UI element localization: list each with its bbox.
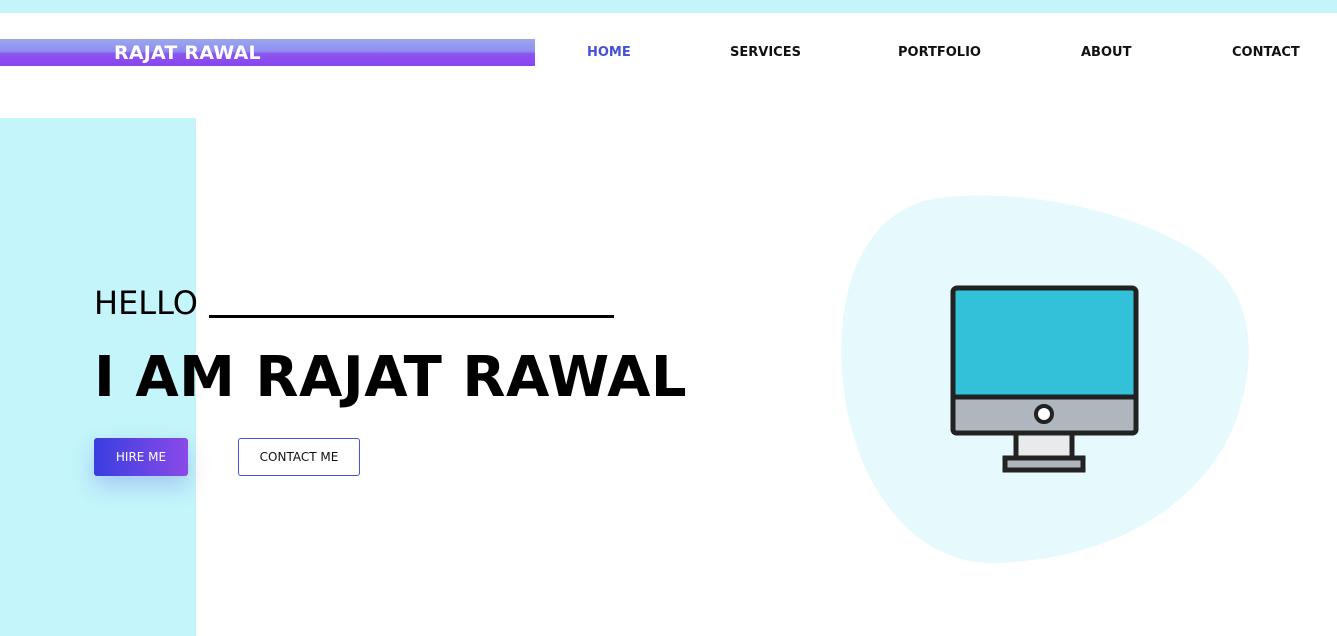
brand-bar (0, 39, 535, 66)
desktop-monitor-icon (950, 285, 1139, 473)
hire-me-button[interactable]: HIRE ME (94, 438, 188, 476)
nav-contact[interactable]: CONTACT (1232, 44, 1300, 62)
greeting-underline (209, 315, 614, 318)
nav-portfolio[interactable]: PORTFOLIO (898, 44, 981, 62)
nav-home[interactable]: HOME (587, 44, 631, 62)
nav-services[interactable]: SERVICES (730, 44, 801, 62)
hero-headline: I AM RAJAT RAWAL (94, 345, 688, 410)
brand-logo[interactable]: RAJAT RAWAL (114, 40, 261, 66)
nav-about[interactable]: ABOUT (1081, 44, 1131, 62)
hero-greeting: HELLO (94, 284, 198, 322)
contact-me-button[interactable]: CONTACT ME (238, 438, 360, 476)
top-strip (0, 0, 1337, 13)
